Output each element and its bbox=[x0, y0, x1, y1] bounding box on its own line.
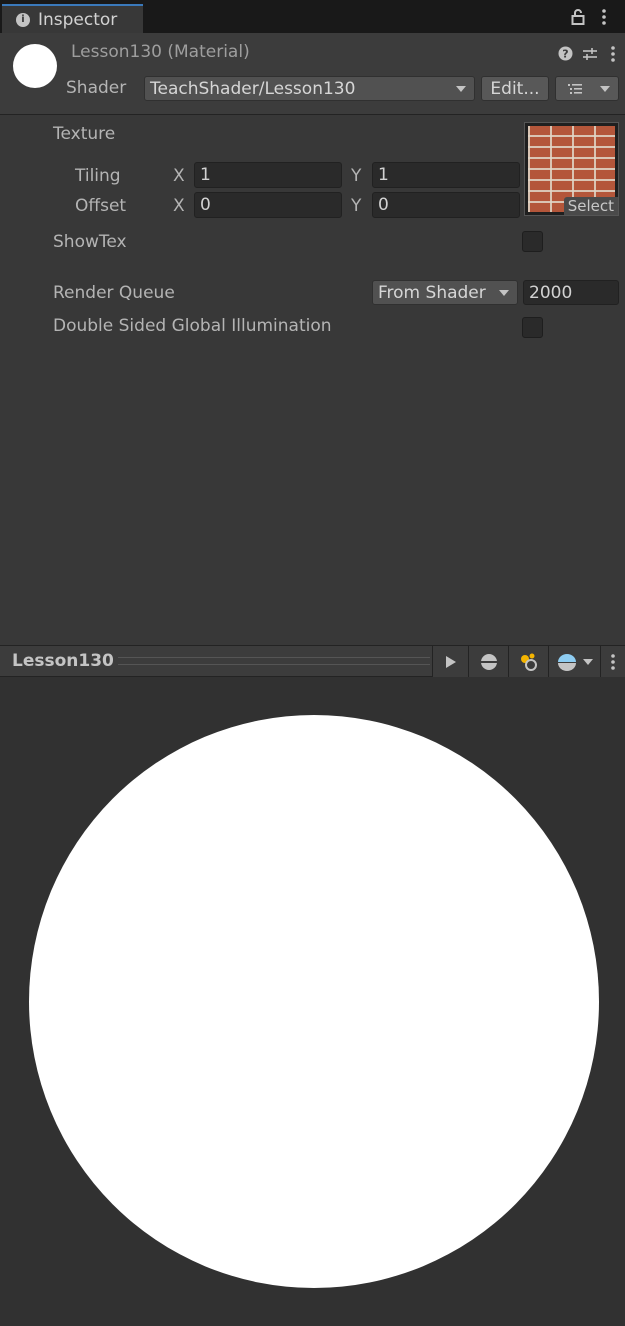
kebab-menu-icon[interactable] bbox=[600, 646, 625, 677]
svg-text:?: ? bbox=[562, 48, 568, 61]
material-thumbnail bbox=[13, 44, 57, 88]
chevron-down-icon bbox=[456, 85, 466, 92]
chevron-down-icon bbox=[499, 289, 509, 296]
shader-options-button[interactable] bbox=[555, 76, 619, 101]
kebab-menu-icon[interactable] bbox=[607, 45, 619, 62]
tiling-label: Tiling bbox=[75, 166, 121, 186]
tiling-y-label: Y bbox=[351, 166, 362, 186]
offset-y-field[interactable]: 0 bbox=[372, 192, 520, 218]
preview-drag-handle[interactable] bbox=[118, 657, 430, 665]
tiling-y-field[interactable]: 1 bbox=[372, 162, 520, 188]
material-title: Lesson130 (Material) bbox=[71, 42, 250, 62]
offset-x-label: X bbox=[173, 196, 185, 216]
kebab-menu-icon[interactable] bbox=[596, 8, 612, 26]
offset-y-label: Y bbox=[351, 196, 362, 216]
edit-shader-button[interactable]: Edit... bbox=[481, 76, 549, 101]
texture-select-button[interactable]: Select bbox=[563, 197, 618, 215]
preview-sphere bbox=[29, 715, 599, 1288]
texture-slot[interactable]: Select bbox=[524, 122, 619, 216]
tiling-x-label: X bbox=[173, 166, 185, 186]
render-queue-field[interactable]: 2000 bbox=[523, 280, 619, 305]
tab-inspector[interactable]: i Inspector bbox=[2, 4, 143, 33]
offset-x-field[interactable]: 0 bbox=[194, 192, 342, 218]
play-icon[interactable] bbox=[432, 646, 468, 677]
render-queue-label: Render Queue bbox=[53, 283, 175, 303]
double-sided-gi-checkbox[interactable] bbox=[522, 317, 543, 338]
preview-title: Lesson130 bbox=[12, 651, 114, 671]
double-sided-gi-label: Double Sided Global Illumination bbox=[53, 316, 332, 336]
texture-label: Texture bbox=[53, 124, 116, 144]
skybox-icon[interactable] bbox=[548, 646, 600, 677]
preset-settings-icon[interactable] bbox=[581, 45, 599, 62]
render-queue-dropdown[interactable]: From Shader bbox=[372, 280, 518, 305]
lock-icon[interactable] bbox=[569, 8, 587, 26]
list-icon bbox=[568, 83, 584, 95]
shader-dropdown[interactable]: TeachShader/Lesson130 bbox=[144, 76, 475, 101]
showtex-checkbox[interactable] bbox=[522, 231, 543, 252]
tab-label: Inspector bbox=[38, 9, 118, 30]
chevron-down-icon bbox=[600, 85, 610, 92]
help-icon[interactable]: ? bbox=[557, 45, 574, 62]
showtex-label: ShowTex bbox=[53, 232, 127, 252]
render-queue-mode: From Shader bbox=[378, 282, 486, 303]
chevron-down-icon bbox=[583, 658, 593, 665]
offset-label: Offset bbox=[75, 196, 127, 216]
info-icon: i bbox=[16, 12, 30, 27]
sphere-mesh-icon[interactable] bbox=[468, 646, 508, 677]
shader-value: TeachShader/Lesson130 bbox=[150, 78, 356, 99]
shader-label: Shader bbox=[66, 78, 127, 98]
lights-icon[interactable] bbox=[508, 646, 548, 677]
tiling-x-field[interactable]: 1 bbox=[194, 162, 342, 188]
